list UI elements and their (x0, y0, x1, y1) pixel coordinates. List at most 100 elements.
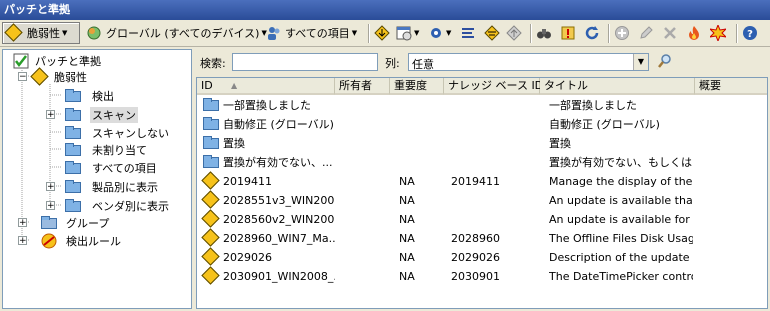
expand-toggle[interactable]: + (18, 218, 27, 228)
cell-owner (339, 115, 389, 134)
tree-item-scan[interactable]: スキャン (65, 106, 138, 123)
users-icon (266, 25, 282, 41)
edit-button[interactable] (638, 22, 656, 44)
cell-severity: NA (399, 213, 415, 226)
cell-title: Description of the update p... (549, 251, 693, 264)
delete-button[interactable] (662, 22, 680, 44)
cell-id: 置換が有効でない、... (223, 156, 333, 169)
help-icon: ? (742, 25, 758, 41)
list-button[interactable] (460, 22, 478, 44)
cell-kb-id (451, 153, 539, 172)
alert-button[interactable] (560, 22, 578, 44)
table-row[interactable]: 置換が有効でない、... 置換が有効でない、もしくは... (197, 153, 767, 172)
column-select[interactable]: 任意 ▼ (408, 53, 649, 71)
calendar-icon (396, 25, 412, 41)
cell-title: Manage the display of the B... (549, 175, 693, 188)
filter-dropdown[interactable]: すべての項目 ▼ (266, 22, 366, 44)
add-button[interactable] (614, 22, 632, 44)
expand-toggle[interactable]: + (18, 236, 27, 246)
tree-item-no-scan[interactable]: スキャンしない (65, 124, 169, 141)
expand-toggle[interactable]: + (46, 201, 55, 211)
cell-id: 2030901_WIN2008_... (223, 270, 335, 283)
scope-dropdown[interactable]: グローバル (すべてのデバイス) ▼ (86, 22, 267, 44)
vulnerability-icon (201, 171, 220, 190)
column-header-summary[interactable]: 概要 (695, 78, 767, 95)
tree-item-vulnerability[interactable]: 脆弱性 (30, 66, 87, 86)
cell-kb-id (451, 115, 539, 134)
schedule-button[interactable]: ▼ (396, 22, 422, 44)
folder-icon (65, 107, 81, 123)
cell-title: 自動修正 (グローバル) (549, 118, 660, 131)
tree-label: パッチと準拠 (35, 54, 101, 68)
folder-icon (203, 97, 219, 113)
tree-item-all-items[interactable]: すべての項目 (65, 159, 157, 176)
add-icon (614, 25, 630, 41)
tree-item-by-product[interactable]: 製品別に表示 (65, 178, 158, 195)
column-header-kb-id[interactable]: ナレッジ ベース ID (444, 78, 543, 95)
cell-severity: NA (399, 175, 415, 188)
table-row[interactable]: 自動修正 (グローバル) 自動修正 (グローバル) (197, 115, 767, 134)
cell-severity (399, 96, 443, 115)
expand-toggle[interactable]: + (46, 182, 55, 192)
upload-button[interactable] (506, 22, 524, 44)
column-header-id[interactable]: ID ▲ (197, 78, 335, 95)
chevron-down-icon[interactable]: ▼ (633, 54, 648, 70)
search-input[interactable] (232, 53, 378, 71)
column-header-owner[interactable]: 所有者 (335, 78, 390, 95)
tree-item-root[interactable]: パッチと準拠 (13, 52, 101, 69)
cell-severity (399, 115, 443, 134)
cell-owner (339, 229, 389, 248)
settings-button[interactable]: ▼ (428, 22, 456, 44)
collapse-toggle[interactable]: − (18, 72, 27, 82)
table-row[interactable]: 2028960_WIN7_Ma... NA 2028960 The Offline F… (197, 228, 767, 248)
cell-kb-id (451, 191, 539, 210)
table-row[interactable]: 2029026 NA 2029026 Description of the updat… (197, 247, 767, 267)
table-row[interactable]: 2019411 NA 2019411 Manage the display of th… (197, 171, 767, 191)
table-row[interactable]: 2030901_WIN2008_... NA 2030901 The DateTime… (197, 266, 767, 286)
cell-title: 一部置換しました (549, 99, 637, 112)
find-button[interactable] (536, 22, 554, 44)
folder-icon (65, 88, 81, 104)
column-header-title[interactable]: タイトル (540, 78, 695, 95)
cell-owner (339, 153, 389, 172)
help-button[interactable]: ? (742, 22, 760, 44)
remediate-icon (484, 25, 500, 41)
burst-button[interactable] (708, 22, 730, 44)
tree-item-detected[interactable]: 検出 (65, 87, 114, 104)
chevron-down-icon: ▼ (351, 29, 358, 37)
hot-button[interactable] (686, 22, 704, 44)
table-row[interactable]: 2028560v2_WIN200... NA An update is availa… (197, 209, 767, 229)
tree-item-unassigned[interactable]: 未割り当て (65, 141, 147, 158)
scope-label: グローバル (すべてのデバイス) (106, 27, 260, 40)
cell-kb-id: 2019411 (451, 175, 500, 188)
download-icon (374, 25, 390, 41)
tree-item-detection-rules[interactable]: 検出ルール (41, 232, 121, 249)
tree-item-by-vendor[interactable]: ベンダ別に表示 (65, 197, 169, 214)
table-row[interactable]: 置換 置換 (197, 134, 767, 153)
tree-label: ベンダ別に表示 (92, 199, 169, 213)
group-folder-icon (41, 215, 57, 231)
pencil-icon (638, 25, 654, 41)
vulnerability-icon (201, 228, 220, 247)
tree-label: スキャンしない (92, 126, 169, 140)
cell-owner (339, 267, 389, 286)
table-row[interactable]: 一部置換しました 一部置換しました (197, 96, 767, 115)
cell-id: 自動修正 (グローバル) (223, 118, 334, 131)
folder-icon (203, 116, 219, 132)
vulnerability-view-button[interactable]: 脆弱性 ▼ (2, 22, 80, 44)
table-row[interactable]: 2028551v3_WIN200... NA An update is availa… (197, 190, 767, 210)
check-icon (13, 53, 29, 69)
search-icon[interactable] (657, 53, 673, 69)
tree-item-group[interactable]: グループ (41, 214, 109, 231)
download-button[interactable] (374, 22, 392, 44)
rules-icon (41, 233, 57, 249)
remediate-button[interactable] (484, 22, 502, 44)
refresh-button[interactable] (584, 22, 602, 44)
vulnerability-icon (4, 23, 23, 42)
cell-severity (399, 153, 443, 172)
folder-icon (65, 142, 81, 158)
expand-toggle[interactable]: + (46, 110, 55, 120)
cell-kb-id (451, 210, 539, 229)
window-title: パッチと準拠 (0, 0, 770, 20)
column-header-severity[interactable]: 重要度 (390, 78, 444, 95)
